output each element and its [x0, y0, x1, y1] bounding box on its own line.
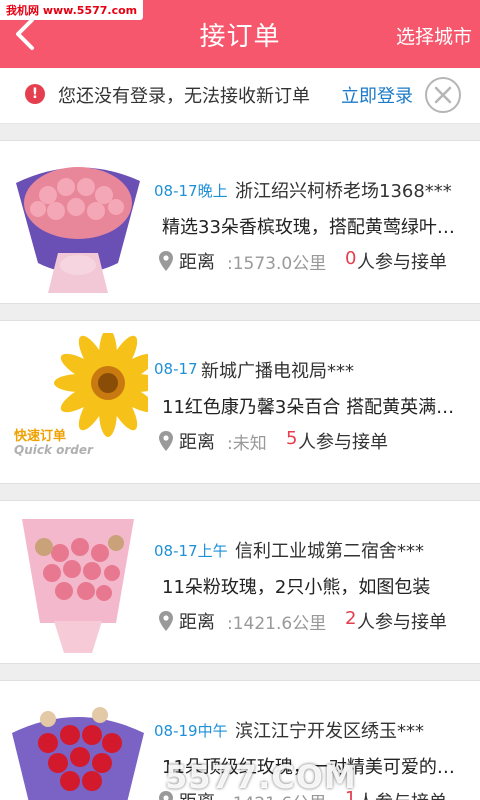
close-icon[interactable]: [424, 76, 462, 114]
warning-icon: !: [25, 84, 45, 104]
bouquet-image: [8, 153, 148, 293]
bouquet-image: [8, 693, 148, 800]
watermark-top: 我机网 www.5577.com: [0, 0, 144, 20]
location-pin-icon: [159, 611, 173, 631]
distance-label: 距离: [179, 252, 215, 273]
distance-label: 距离: [179, 432, 215, 453]
separator: [0, 664, 480, 680]
location-pin-icon: [159, 431, 173, 451]
separator: [0, 484, 480, 500]
distance-value: :1421.6公里: [227, 614, 327, 634]
participant-text: 人参与接单: [357, 252, 447, 273]
order-location: 信利工业城第二宿舍***: [235, 541, 424, 562]
order-card[interactable]: 08-17上午 信利工业城第二宿舍*** 11朵粉玫瑰，2只小熊，如图包装 距离…: [0, 500, 480, 664]
select-city-button[interactable]: 选择城市: [396, 22, 472, 49]
participant-count: 0: [345, 248, 357, 269]
distance-label: 距离: [179, 612, 215, 633]
order-description: 11红色康乃馨3朵百合 搭配黄英满…: [162, 397, 455, 418]
location-pin-icon: [159, 251, 173, 271]
distance-value: :1573.0公里: [227, 254, 327, 274]
quick-order-text: 快速订单: [14, 429, 67, 444]
order-description: 精选33朵香槟玫瑰，搭配黄莺绿叶…: [162, 217, 455, 238]
order-date: 08-17晚上: [154, 182, 228, 200]
order-date: 08-17: [154, 360, 198, 378]
login-notice-bar: ! 您还没有登录，无法接收新订单 立即登录: [0, 68, 480, 124]
watermark-bottom: 5577.COM: [165, 758, 357, 796]
participant-text: 人参与接单: [298, 432, 388, 453]
participant-count: 2: [345, 608, 357, 629]
order-date: 08-19中午: [154, 722, 228, 740]
participant-text: 人参与接单: [357, 612, 447, 633]
participant-text: 人参与接单: [357, 788, 447, 800]
separator: [0, 124, 480, 140]
order-description: 11朵粉玫瑰，2只小熊，如图包装: [162, 577, 431, 598]
order-location: 新城广播电视局***: [201, 361, 354, 382]
order-card[interactable]: 快速订单 Quick order 08-17 新城广播电视局*** 11红色康乃…: [0, 320, 480, 484]
distance-value: :未知: [227, 434, 267, 454]
order-location: 浙江绍兴柯桥老场1368***: [235, 181, 452, 202]
login-link[interactable]: 立即登录: [341, 82, 413, 108]
order-location: 滨江江宁开发区绣玉***: [235, 721, 424, 742]
order-card[interactable]: 08-17晚上 浙江绍兴柯桥老场1368*** 精选33朵香槟玫瑰，搭配黄莺绿叶…: [0, 140, 480, 304]
participant-count: 5: [286, 428, 298, 449]
order-date: 08-17上午: [154, 542, 228, 560]
login-notice-text: 您还没有登录，无法接收新订单: [58, 86, 310, 107]
bouquet-image: [8, 513, 148, 653]
separator: [0, 304, 480, 320]
quick-order-text-en: Quick order: [14, 443, 93, 457]
quick-order-image: 快速订单 Quick order: [8, 333, 148, 473]
